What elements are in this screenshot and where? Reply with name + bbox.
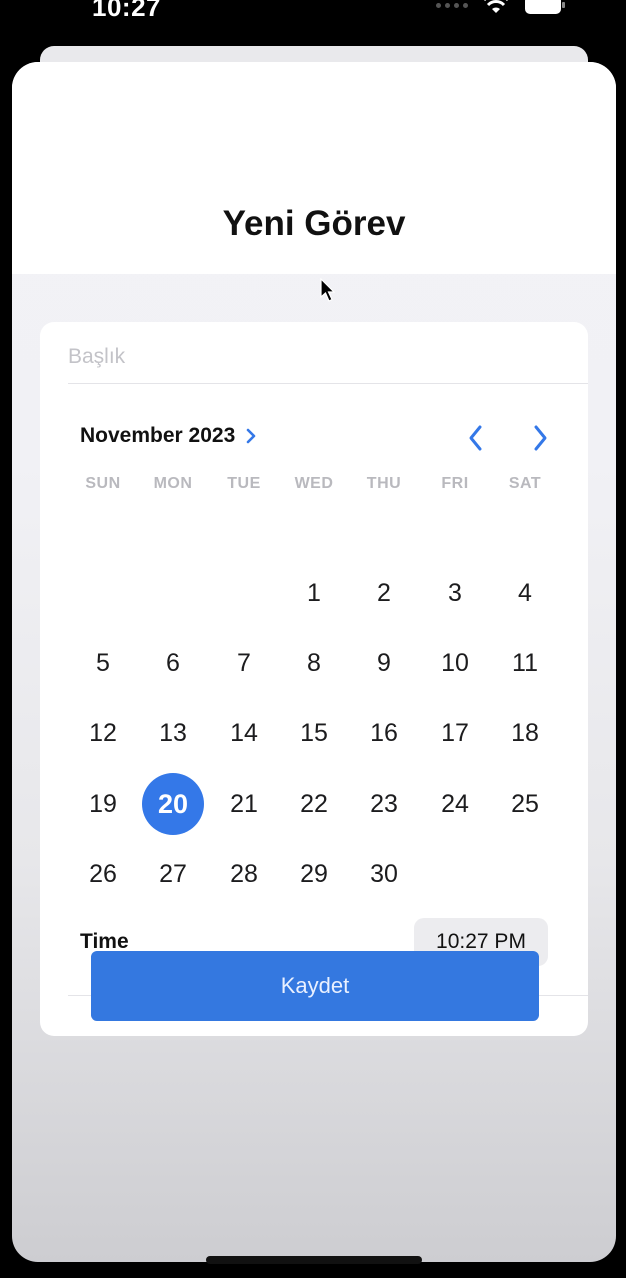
weekday-label: FRI: [441, 475, 469, 492]
calendar-day-selected[interactable]: 20: [142, 773, 204, 835]
page-title: Yeni Görev: [222, 204, 406, 243]
calendar-day[interactable]: 7: [213, 632, 275, 694]
calendar-day[interactable]: 15: [283, 702, 345, 764]
divider: [68, 383, 588, 384]
calendar-day[interactable]: 21: [213, 773, 275, 835]
calendar-day[interactable]: 27: [142, 843, 204, 905]
title-input[interactable]: [68, 340, 568, 374]
save-button[interactable]: Kaydet: [91, 951, 539, 1021]
calendar-day[interactable]: 4: [494, 562, 556, 624]
weekday-label: MON: [153, 475, 193, 492]
calendar-day[interactable]: 8: [283, 632, 345, 694]
calendar-day[interactable]: 24: [424, 773, 486, 835]
phone-screen: 10:27 Yeni Görev November 202: [0, 0, 626, 1278]
calendar-day[interactable]: 12: [72, 702, 134, 764]
weekday-label: SUN: [85, 475, 121, 492]
status-icons: [436, 0, 566, 16]
new-task-sheet: Yeni Görev November 2023: [12, 62, 616, 1262]
home-indicator[interactable]: [206, 1256, 422, 1264]
calendar-day[interactable]: 25: [494, 773, 556, 835]
calendar-day[interactable]: 13: [142, 702, 204, 764]
calendar-day[interactable]: 16: [353, 702, 415, 764]
weekday-label: WED: [294, 475, 334, 492]
calendar-day[interactable]: 18: [494, 702, 556, 764]
status-time: 10:27: [92, 0, 161, 22]
calendar-day[interactable]: 28: [213, 843, 275, 905]
chevron-left-icon: [469, 425, 482, 451]
weekday-label: THU: [366, 475, 402, 492]
calendar-day[interactable]: 26: [72, 843, 134, 905]
calendar-day[interactable]: 22: [283, 773, 345, 835]
month-picker-toggle[interactable]: November 2023: [80, 424, 257, 448]
month-label: November 2023: [80, 424, 236, 447]
calendar-day[interactable]: 10: [424, 632, 486, 694]
calendar-day[interactable]: 9: [353, 632, 415, 694]
wifi-icon: [484, 0, 508, 13]
next-month-button[interactable]: [520, 418, 560, 458]
calendar-day[interactable]: 5: [72, 632, 134, 694]
signal-icon: [436, 2, 468, 8]
mouse-pointer-icon: [320, 278, 336, 302]
calendar-day[interactable]: 23: [353, 773, 415, 835]
calendar-day[interactable]: 2: [353, 562, 415, 624]
calendar-day[interactable]: 14: [213, 702, 275, 764]
weekday-label: TUE: [227, 475, 261, 492]
calendar-day[interactable]: 1: [283, 562, 345, 624]
weekday-label: SAT: [508, 475, 542, 492]
chevron-right-icon: [534, 425, 547, 451]
status-bar: 10:27: [0, 0, 626, 40]
sheet-header: Yeni Görev: [12, 62, 616, 274]
calendar-day[interactable]: 6: [142, 632, 204, 694]
calendar-day[interactable]: 17: [424, 702, 486, 764]
previous-month-button[interactable]: [456, 418, 496, 458]
chevron-right-icon: [246, 428, 256, 444]
calendar-day[interactable]: 11: [494, 632, 556, 694]
calendar-day[interactable]: 30: [353, 843, 415, 905]
calendar-day[interactable]: 3: [424, 562, 486, 624]
form-card: November 2023 SUN MON TUE WED THU FRI: [40, 322, 588, 1036]
battery-icon: [525, 0, 565, 14]
calendar-day[interactable]: 29: [283, 843, 345, 905]
calendar-day[interactable]: 19: [72, 773, 134, 835]
